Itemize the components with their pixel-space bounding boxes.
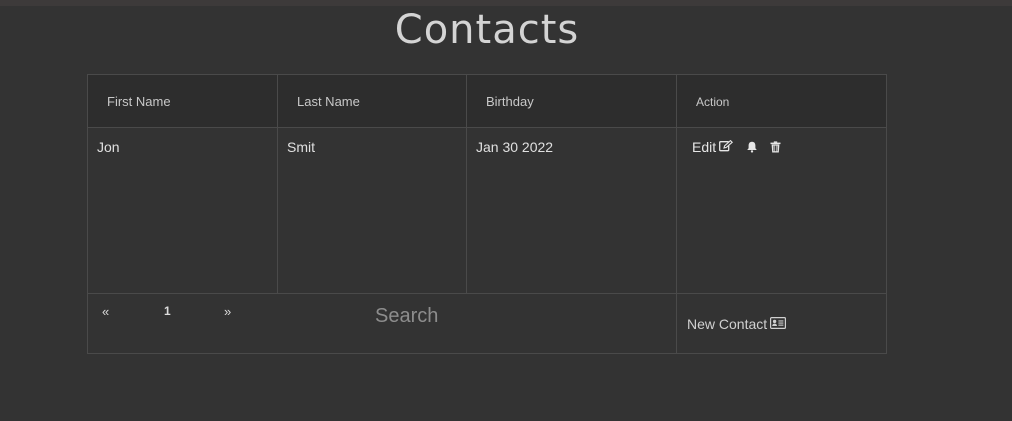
header-action: Action	[696, 95, 730, 109]
first-name-value: Jon	[97, 139, 120, 155]
table-row: Jon Smit Jan 30 2022 Edit	[88, 128, 886, 294]
birthday-value: Jan 30 2022	[476, 139, 554, 155]
header-cell-last-name: Last Name	[277, 75, 466, 127]
edit-icon	[719, 139, 734, 155]
contact-card-icon	[770, 316, 787, 332]
row-actions: Edit	[692, 139, 781, 155]
cell-first-name: Jon	[88, 128, 277, 293]
cell-birthday: Jan 30 2022	[466, 128, 676, 293]
cell-last-name: Smit	[277, 128, 466, 293]
header-cell-birthday: Birthday	[466, 75, 676, 127]
pagination-page-1[interactable]: 1	[164, 304, 171, 318]
contacts-table: First Name Last Name Birthday Action Jon…	[87, 74, 887, 354]
bell-icon[interactable]	[746, 141, 758, 153]
search-input[interactable]	[373, 304, 577, 329]
pagination-prev[interactable]: «	[102, 304, 109, 319]
footer-right: New Contact	[676, 294, 886, 354]
trash-icon[interactable]	[770, 141, 781, 153]
edit-label: Edit	[692, 139, 717, 155]
page-title: Contacts	[394, 7, 580, 53]
header-last-name: Last Name	[297, 94, 360, 109]
edit-button[interactable]: Edit	[692, 139, 734, 155]
footer-left: « 1 »	[88, 294, 676, 354]
pagination-next[interactable]: »	[224, 304, 231, 319]
new-contact-label: New Contact	[687, 316, 768, 332]
header-cell-first-name: First Name	[88, 75, 277, 127]
last-name-value: Smit	[287, 139, 315, 155]
header-first-name: First Name	[107, 94, 171, 109]
table-footer-row: « 1 » New Contact	[88, 294, 886, 354]
new-contact-button[interactable]: New Contact	[687, 316, 787, 332]
table-header-row: First Name Last Name Birthday Action	[88, 75, 886, 128]
cell-action: Edit	[676, 128, 886, 293]
header-birthday: Birthday	[486, 94, 534, 109]
header-cell-action: Action	[676, 75, 886, 127]
